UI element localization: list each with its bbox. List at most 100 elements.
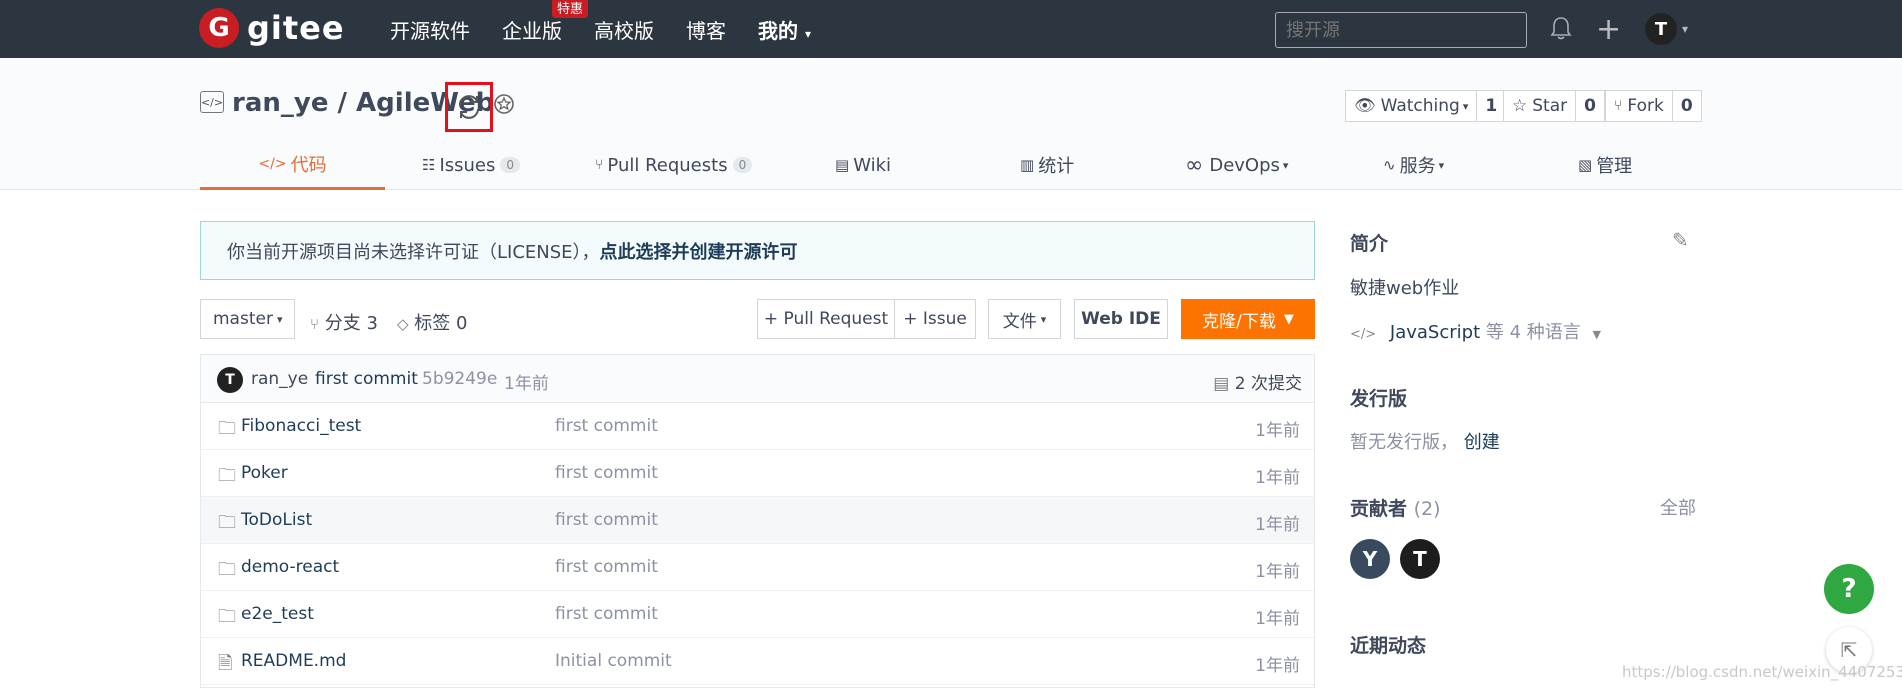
new-pull-request-button[interactable]: + Pull Request xyxy=(757,299,895,339)
nav-open-source[interactable]: 开源软件 xyxy=(390,15,470,44)
file-menu-button[interactable]: 文件 ▾ xyxy=(988,299,1061,339)
tab-code[interactable]: </> 代码 xyxy=(200,140,385,190)
search-input[interactable] xyxy=(1275,12,1527,48)
tab-service[interactable]: ∿ 服务 ▾ xyxy=(1383,140,1444,190)
fork-label: Fork xyxy=(1627,96,1664,116)
folder-icon: 🗀 xyxy=(218,606,236,627)
release-title: 发行版 xyxy=(1350,388,1408,410)
tags-link[interactable]: ◇ 标签 0 xyxy=(397,309,467,335)
tab-wiki[interactable]: ▤ Wiki xyxy=(835,140,891,190)
contributor-avatar[interactable]: Y xyxy=(1350,539,1390,579)
star-count[interactable]: 0 xyxy=(1576,90,1605,122)
file-text-icon: 🗎 xyxy=(218,653,233,674)
issues-icon: ☷ xyxy=(422,156,436,174)
logo-icon: G xyxy=(199,8,239,48)
nav-enterprise[interactable]: 企业版 特惠 xyxy=(502,0,589,44)
bell-icon[interactable] xyxy=(1550,16,1572,46)
file-name[interactable]: ToDoList xyxy=(241,510,312,530)
file-name[interactable]: demo-react xyxy=(241,557,339,577)
commit-hash[interactable]: 5b9249e xyxy=(422,369,497,389)
branches-link[interactable]: ⑂ 分支 3 xyxy=(310,309,378,335)
tab-wiki-label: Wiki xyxy=(853,154,892,176)
book-icon: ▤ xyxy=(835,156,850,174)
tab-devops[interactable]: ∞ DevOps ▾ xyxy=(1185,140,1288,190)
file-row[interactable]: 🗀 Poker first commit 1年前 xyxy=(201,450,1314,497)
latest-commit-row: T ran_ye first commit 5b9249e 1年前 ▤ 2 次提… xyxy=(201,355,1314,403)
folder-icon: 🗀 xyxy=(218,559,236,580)
watermark: https://blog.csdn.net/weixin_44072535 xyxy=(1622,663,1902,681)
commit-author[interactable]: ran_ye xyxy=(251,369,308,389)
file-row[interactable]: 🗀 e2e_test first commit 1年前 xyxy=(201,591,1314,638)
tab-stats[interactable]: ▥ 统计 xyxy=(1020,140,1074,190)
plus-icon[interactable]: + xyxy=(1596,12,1621,47)
watch-count[interactable]: 1 xyxy=(1477,90,1507,122)
file-row[interactable]: 🗀 Fibonacci_test first commit 1年前 xyxy=(201,403,1314,450)
tab-stats-label: 统计 xyxy=(1038,156,1075,177)
settings-doc-icon: ▧ xyxy=(1578,156,1593,174)
edit-icon[interactable]: ✎ xyxy=(1672,228,1689,252)
pull-request-icon: ⑂ xyxy=(595,157,604,173)
nav-mine[interactable]: 我的 ▾ xyxy=(758,15,811,44)
file-commit-message[interactable]: first commit xyxy=(555,510,658,530)
clone-label: 克隆/下载 xyxy=(1202,311,1276,332)
nav-blog[interactable]: 博客 xyxy=(686,15,726,44)
file-menu-label: 文件 xyxy=(1002,311,1037,332)
new-issue-button[interactable]: + Issue xyxy=(894,299,976,339)
file-name[interactable]: e2e_test xyxy=(241,604,314,624)
nav-education[interactable]: 高校版 xyxy=(594,15,654,44)
commit-history-link[interactable]: ▤ 2 次提交 xyxy=(1213,369,1302,394)
folder-icon: 🗀 xyxy=(218,512,236,533)
folder-icon: 🗀 xyxy=(218,418,236,439)
fork-button[interactable]: ⑂ Fork xyxy=(1605,90,1673,122)
tag-icon: ◇ xyxy=(397,315,409,333)
pr-count: 0 xyxy=(732,157,753,173)
contributor-avatar[interactable]: T xyxy=(1400,539,1440,579)
clone-download-button[interactable]: 克隆/下载 ▼ xyxy=(1181,299,1315,339)
star-label: Star xyxy=(1532,96,1568,116)
commit-author-avatar[interactable]: T xyxy=(217,367,243,393)
eye-icon: 👁 xyxy=(1354,96,1376,116)
fork-count[interactable]: 0 xyxy=(1672,90,1702,122)
file-time: 1年前 xyxy=(1255,468,1300,488)
nav-enterprise-label: 企业版 xyxy=(502,18,562,43)
file-name[interactable]: Fibonacci_test xyxy=(241,416,361,436)
watch-button[interactable]: 👁 Watching ▾ xyxy=(1345,90,1478,122)
project-header: </> ran_ye / AgileWeb 👁 Watching ▾ 1 ☆ S… xyxy=(0,58,1902,190)
bar-chart-icon: ▥ xyxy=(1020,156,1035,174)
nav-mine-label: 我的 xyxy=(758,18,798,43)
tab-issues[interactable]: ☷ Issues 0 xyxy=(422,140,521,190)
file-commit-message[interactable]: Initial commit xyxy=(555,651,672,671)
license-create-link[interactable]: 点此选择并创建开源许可 xyxy=(600,238,798,264)
commit-message[interactable]: first commit xyxy=(315,369,418,389)
language-selector[interactable]: </> JavaScript 等 4 种语言 ▼ xyxy=(1350,318,1601,344)
file-time: 1年前 xyxy=(1255,656,1300,676)
file-commit-message[interactable]: first commit xyxy=(555,463,658,483)
file-commit-message[interactable]: first commit xyxy=(555,557,658,577)
file-commit-message[interactable]: first commit xyxy=(555,604,658,624)
code-icon: </> xyxy=(1350,327,1377,342)
star-button[interactable]: ☆ Star xyxy=(1503,90,1577,122)
file-row[interactable]: 🗀 ToDoList first commit 1年前 xyxy=(201,497,1314,544)
branch-select[interactable]: master ▾ xyxy=(200,299,296,339)
tab-pull-requests[interactable]: ⑂ Pull Requests 0 xyxy=(595,140,753,190)
gitee-logo[interactable]: G gitee xyxy=(199,8,345,48)
chevron-down-icon[interactable]: ▾ xyxy=(1682,22,1688,36)
intro-title: 简介 xyxy=(1350,233,1389,255)
file-name[interactable]: Poker xyxy=(241,463,288,483)
infinity-icon: ∞ xyxy=(1185,152,1204,178)
file-row[interactable]: 🗀 demo-react first commit 1年前 xyxy=(201,544,1314,591)
repo-toolbar: master ▾ ⑂ 分支 3 ◇ 标签 0 + Pull Request + … xyxy=(200,299,1315,339)
user-avatar[interactable]: T xyxy=(1645,13,1677,45)
create-release-link[interactable]: 创建 xyxy=(1464,432,1500,453)
file-name[interactable]: README.md xyxy=(241,651,346,671)
recent-activity-title: 近期动态 xyxy=(1350,635,1427,657)
branch-icon: ⑂ xyxy=(310,315,320,333)
web-ide-button[interactable]: Web IDE xyxy=(1074,299,1168,339)
award-icon[interactable] xyxy=(492,92,516,122)
sync-icon[interactable] xyxy=(445,82,493,132)
help-button[interactable]: ? xyxy=(1824,564,1874,614)
contributors-all-link[interactable]: 全部 xyxy=(1660,494,1696,520)
file-commit-message[interactable]: first commit xyxy=(555,416,658,436)
tab-manage[interactable]: ▧ 管理 xyxy=(1578,140,1632,190)
file-row[interactable]: 🗎 README.md Initial commit 1年前 xyxy=(201,638,1314,685)
